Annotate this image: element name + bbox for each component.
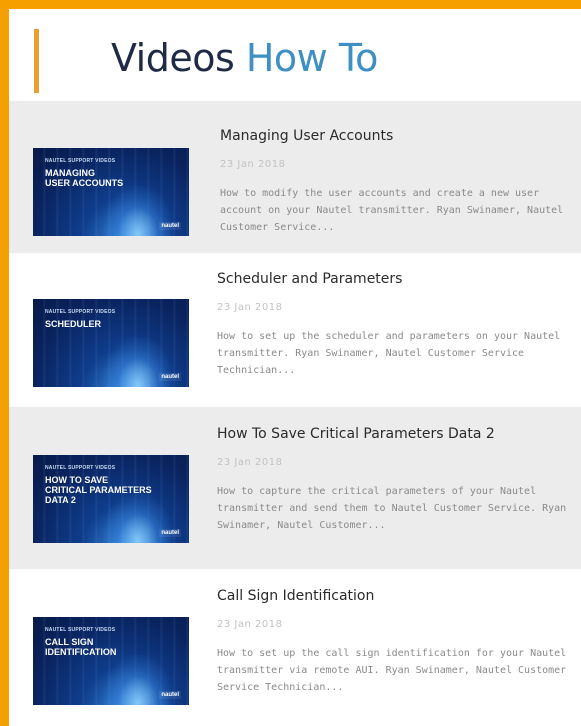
thumbnail-kicker: NAUTEL SUPPORT VIDEOS [45, 158, 116, 164]
video-content: Call Sign Identification 23 Jan 2018 How… [217, 587, 571, 696]
video-description: How to set up the call sign identificati… [217, 648, 567, 693]
thumbnail-heading: CALL SIGN IDENTIFICATION [45, 637, 117, 657]
video-description: How to modify the user accounts and crea… [220, 188, 564, 233]
section-header: Videos How To [9, 9, 581, 101]
header-accent-bar [34, 29, 39, 93]
video-date: 23 Jan 2018 [220, 159, 286, 170]
video-content: Managing User Accounts 23 Jan 2018 How t… [220, 127, 571, 236]
video-item-managing-user-accounts[interactable]: NAUTEL SUPPORT VIDEOS MANAGING USER ACCO… [9, 101, 581, 253]
video-list: NAUTEL SUPPORT VIDEOS MANAGING USER ACCO… [9, 101, 581, 726]
video-item-save-critical-parameters[interactable]: NAUTEL SUPPORT VIDEOS HOW TO SAVE CRITIC… [9, 407, 581, 569]
page-title: Videos How To [111, 39, 378, 77]
video-date: 23 Jan 2018 [217, 457, 283, 468]
video-thumbnail[interactable]: NAUTEL SUPPORT VIDEOS MANAGING USER ACCO… [33, 148, 189, 236]
video-content: How To Save Critical Parameters Data 2 2… [217, 425, 571, 534]
video-description: How to set up the scheduler and paramete… [217, 331, 561, 376]
video-thumbnail[interactable]: NAUTEL SUPPORT VIDEOS HOW TO SAVE CRITIC… [33, 455, 189, 543]
video-description: How to capture the critical parameters o… [217, 486, 567, 531]
thumbnail-kicker: NAUTEL SUPPORT VIDEOS [45, 309, 116, 315]
thumbnail-kicker: NAUTEL SUPPORT VIDEOS [45, 627, 116, 633]
thumbnail-heading: MANAGING USER ACCOUNTS [45, 168, 124, 188]
page-frame: Videos How To NAUTEL SUPPORT VIDEOS MANA… [0, 0, 581, 726]
video-item-scheduler-and-parameters[interactable]: NAUTEL SUPPORT VIDEOS SCHEDULER nautel S… [9, 253, 581, 407]
video-date: 23 Jan 2018 [217, 302, 283, 313]
nautel-logo: nautel [159, 529, 181, 537]
video-thumbnail[interactable]: NAUTEL SUPPORT VIDEOS SCHEDULER nautel [33, 299, 189, 387]
videos-panel: Videos How To NAUTEL SUPPORT VIDEOS MANA… [9, 9, 581, 726]
thumbnail-kicker: NAUTEL SUPPORT VIDEOS [45, 465, 116, 471]
video-item-call-sign-identification[interactable]: NAUTEL SUPPORT VIDEOS CALL SIGN IDENTIFI… [9, 569, 581, 726]
video-date: 23 Jan 2018 [217, 619, 283, 630]
nautel-logo: nautel [159, 222, 181, 230]
video-content: Scheduler and Parameters 23 Jan 2018 How… [217, 270, 571, 379]
nautel-logo: nautel [159, 373, 181, 381]
video-title[interactable]: Managing User Accounts [220, 127, 571, 145]
thumbnail-heading: SCHEDULER [45, 319, 102, 329]
page-title-part1: Videos [111, 36, 235, 80]
video-title[interactable]: Scheduler and Parameters [217, 270, 571, 288]
video-title[interactable]: How To Save Critical Parameters Data 2 [217, 425, 571, 443]
nautel-logo: nautel [159, 691, 181, 699]
page-title-part2: How To [245, 36, 379, 80]
video-thumbnail[interactable]: NAUTEL SUPPORT VIDEOS CALL SIGN IDENTIFI… [33, 617, 189, 705]
video-title[interactable]: Call Sign Identification [217, 587, 571, 605]
thumbnail-heading: HOW TO SAVE CRITICAL PARAMETERS DATA 2 [45, 475, 152, 505]
